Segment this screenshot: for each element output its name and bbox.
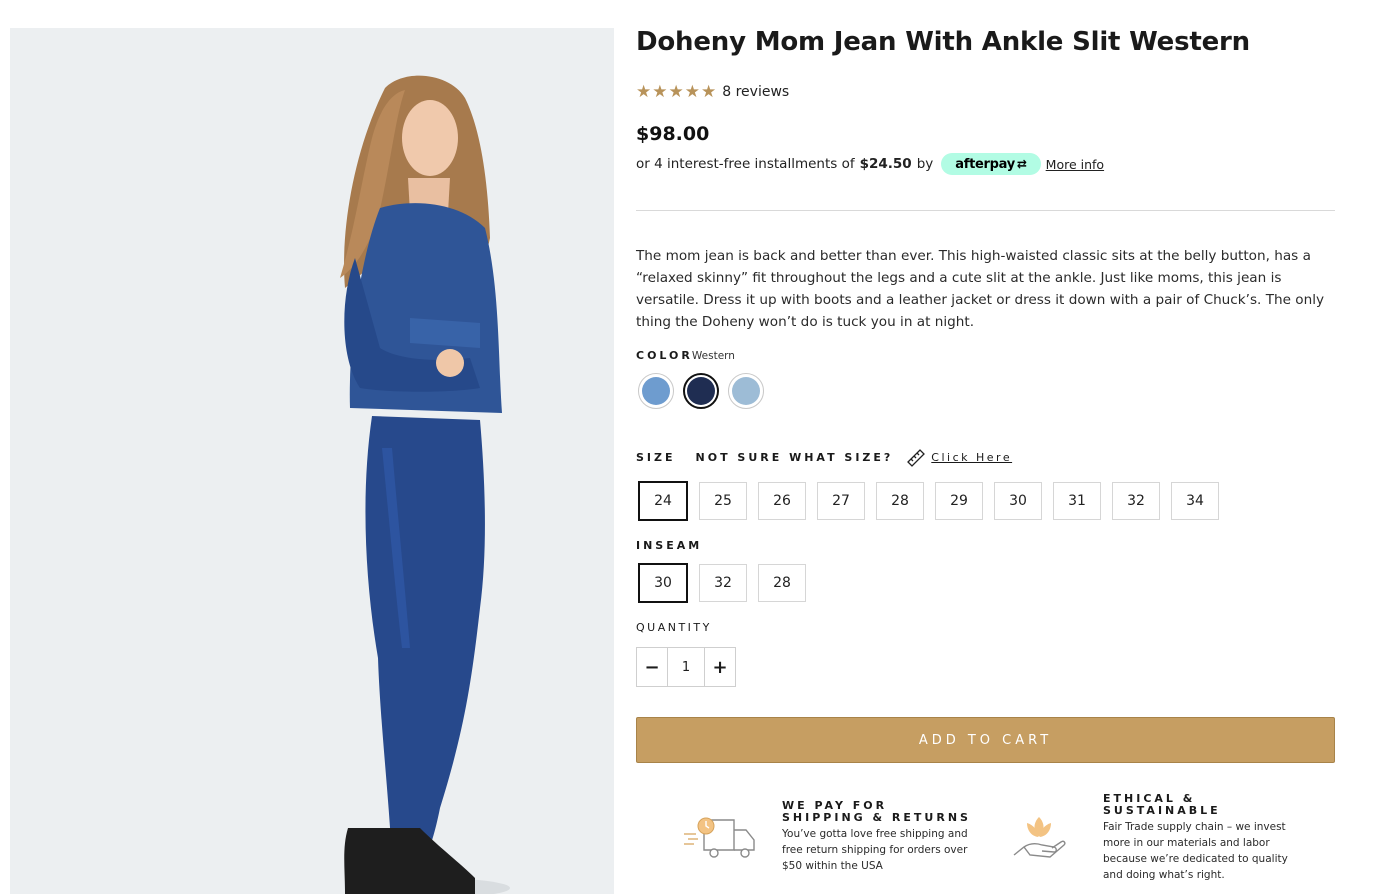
size-option[interactable]: 34 xyxy=(1171,482,1219,520)
size-option[interactable]: 24 xyxy=(638,481,688,521)
inseam-options: 30 32 28 xyxy=(638,563,817,603)
size-option[interactable]: 26 xyxy=(758,482,806,520)
add-to-cart-button[interactable]: ADD TO CART xyxy=(636,717,1335,763)
size-heading: SIZE NOT SURE WHAT SIZE? Click Here xyxy=(636,446,1012,468)
ethical-text: Fair Trade supply chain – we invest more… xyxy=(1103,821,1288,881)
size-option[interactable]: 31 xyxy=(1053,482,1101,520)
size-label: SIZE xyxy=(636,450,676,464)
size-option[interactable]: 28 xyxy=(876,482,924,520)
swatch-color xyxy=(732,377,760,405)
afterpay-logo[interactable]: afterpay ⇄ xyxy=(941,153,1041,175)
quantity-label: QUANTITY xyxy=(636,621,712,634)
model-photo xyxy=(10,28,614,894)
color-swatch[interactable] xyxy=(728,373,764,409)
inseam-option[interactable]: 30 xyxy=(638,563,688,603)
afterpay-label: afterpay xyxy=(955,156,1015,172)
color-swatch[interactable] xyxy=(638,373,674,409)
product-image[interactable] xyxy=(10,28,614,894)
star-icon: ★ xyxy=(668,81,684,102)
color-swatch[interactable] xyxy=(683,373,719,409)
size-options: 24 25 26 27 28 29 30 31 32 34 xyxy=(638,481,1230,521)
star-icon: ★ xyxy=(652,81,668,102)
color-heading: COLOR Western xyxy=(636,349,735,362)
quantity-stepper: − 1 + xyxy=(636,647,736,687)
star-rating: ★ ★ ★ ★ ★ xyxy=(636,81,717,102)
product-info: Doheny Mom Jean With Ankle Slit Western … xyxy=(636,0,1336,894)
quantity-input[interactable]: 1 xyxy=(667,648,705,686)
shipping-feature: WE PAY FOR SHIPPING & RETURNS You’ve got… xyxy=(682,800,972,874)
quantity-increase-button[interactable]: + xyxy=(705,648,735,686)
more-info-link[interactable]: More info xyxy=(1046,157,1104,172)
size-guide-link[interactable]: Click Here xyxy=(931,451,1012,464)
color-swatches xyxy=(638,373,764,409)
size-help-text: NOT SURE WHAT SIZE? xyxy=(695,450,894,464)
size-option[interactable]: 30 xyxy=(994,482,1042,520)
inseam-option[interactable]: 28 xyxy=(758,564,806,602)
size-option[interactable]: 25 xyxy=(699,482,747,520)
truck-icon xyxy=(684,817,755,858)
size-option[interactable]: 29 xyxy=(935,482,983,520)
shipping-text: You’ve gotta love free shipping and free… xyxy=(782,828,968,872)
star-icon: ★ xyxy=(684,81,700,102)
swatch-color xyxy=(642,377,670,405)
quantity-decrease-button[interactable]: − xyxy=(637,648,667,686)
color-label: COLOR xyxy=(636,349,693,362)
divider xyxy=(636,210,1335,211)
afterpay-arrows-icon: ⇄ xyxy=(1016,157,1027,171)
star-icon: ★ xyxy=(636,81,652,102)
product-description: The mom jean is back and better than eve… xyxy=(636,248,1325,330)
inseam-option[interactable]: 32 xyxy=(699,564,747,602)
ethical-title: ETHICAL & SUSTAINABLE xyxy=(1103,792,1221,817)
ruler-icon xyxy=(907,449,926,467)
ethical-feature: ETHICAL & SUSTAINABLE Fair Trade supply … xyxy=(1010,793,1303,883)
product-price: $98.00 xyxy=(636,123,710,145)
installments-by: by xyxy=(916,156,934,172)
size-option[interactable]: 32 xyxy=(1112,482,1160,520)
reviews-link[interactable]: 8 reviews xyxy=(722,84,789,100)
selected-color: Western xyxy=(691,350,735,362)
rating[interactable]: ★ ★ ★ ★ ★ 8 reviews xyxy=(636,82,789,102)
installments-prefix: or 4 interest-free installments of xyxy=(636,156,855,172)
inseam-label: INSEAM xyxy=(636,539,703,552)
size-option[interactable]: 27 xyxy=(817,482,865,520)
star-icon: ★ xyxy=(701,81,717,102)
lotus-hand-icon xyxy=(1013,817,1066,858)
installments-line: or 4 interest-free installments of $24.5… xyxy=(636,152,1104,176)
product-title: Doheny Mom Jean With Ankle Slit Western xyxy=(636,27,1250,57)
installment-amount: $24.50 xyxy=(859,156,912,172)
shipping-title: WE PAY FOR SHIPPING & RETURNS xyxy=(782,799,971,824)
swatch-color xyxy=(687,377,715,405)
